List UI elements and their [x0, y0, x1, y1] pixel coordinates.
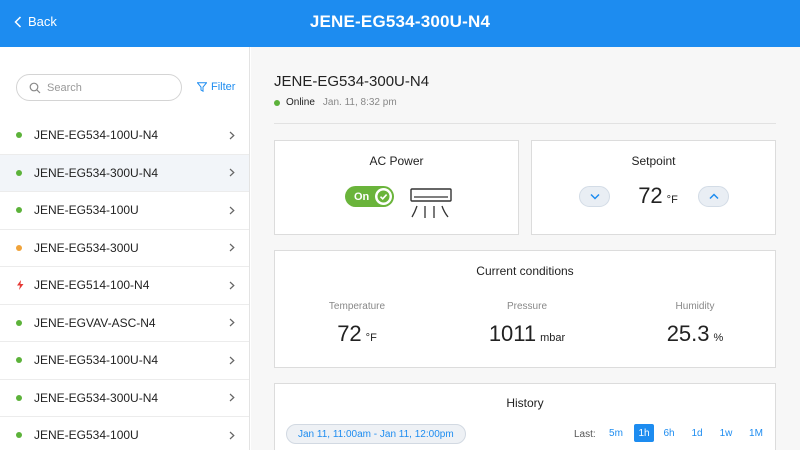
temperature-label: Temperature — [328, 301, 386, 312]
status-timestamp: Jan. 11, 8:32 pm — [322, 97, 397, 108]
conditions-title: Current conditions — [476, 264, 574, 278]
temperature-value: 72 — [337, 321, 362, 346]
device-list-item[interactable]: JENE-EG514-100-N4 — [0, 267, 249, 305]
setpoint-increase-button[interactable] — [698, 186, 729, 207]
device-list-item[interactable]: JENE-EG534-300U-N4 — [0, 154, 249, 192]
online-status-dot — [16, 357, 22, 364]
last-label: Last: — [574, 429, 596, 440]
toggle-label: On — [354, 190, 370, 203]
search-box[interactable] — [16, 74, 182, 101]
filter-label: Filter — [211, 81, 236, 93]
chevron-right-icon — [229, 206, 235, 215]
alarm-bolt-icon — [17, 280, 24, 291]
pressure-label: Pressure — [506, 301, 547, 312]
setpoint-card: Setpoint 72 °F — [531, 140, 776, 235]
pressure-unit: mbar — [540, 332, 566, 344]
humidity-unit: % — [713, 332, 724, 344]
range-button-5m[interactable]: 5m — [607, 424, 625, 442]
device-list-item-name: JENE-EG534-100U-N4 — [34, 128, 159, 143]
device-list-item[interactable]: JENE-EG534-300U — [0, 230, 249, 267]
chevron-right-icon — [229, 131, 235, 140]
humidity-label: Humidity — [675, 301, 715, 312]
device-list-item-name: JENE-EG534-300U — [34, 240, 139, 255]
pressure-reading: Pressure 1011 mbar — [445, 301, 609, 347]
online-status-dot — [16, 169, 22, 176]
history-title: History — [506, 396, 544, 410]
page-title: JENE-EG534-300U-N4 — [309, 12, 491, 31]
chevron-right-icon — [229, 393, 235, 402]
online-status-dot — [16, 432, 22, 439]
device-sidebar: Filter JENE-EG534-100U-N4 JENE-EG534-300U… — [0, 47, 250, 450]
range-button-1d[interactable]: 1d — [688, 424, 706, 442]
chevron-right-icon — [229, 431, 235, 440]
ac-power-card: AC Power On — [274, 140, 519, 235]
setpoint-title: Setpoint — [631, 154, 676, 168]
setpoint-decrease-button[interactable] — [579, 186, 610, 207]
range-button-1w[interactable]: 1w — [717, 424, 735, 442]
device-status: Online Jan. 11, 8:32 pm — [274, 97, 397, 108]
pressure-value: 1011 — [488, 321, 537, 346]
device-list-item-name: JENE-EG534-100U — [34, 428, 139, 443]
chevron-right-icon — [229, 281, 235, 290]
humidity-value: 25.3 — [666, 321, 710, 346]
device-list-item[interactable]: JENE-EG534-300U-N4 — [0, 380, 249, 417]
online-status-dot — [16, 207, 22, 214]
divider — [274, 123, 776, 124]
range-button-1M[interactable]: 1M — [747, 424, 765, 442]
air-conditioner-icon — [410, 188, 452, 218]
device-list-item-name: JENE-EG534-300U-N4 — [34, 390, 159, 405]
history-card: History Jan 11, 11:00am - Jan 11, 12:00p… — [274, 383, 776, 450]
device-detail: JENE-EG534-300U-N4 Online Jan. 11, 8:32 … — [251, 47, 800, 450]
temperature-unit: °F — [365, 332, 377, 344]
search-input[interactable] — [47, 81, 167, 94]
filter-button[interactable]: Filter — [197, 81, 235, 93]
online-status-dot — [274, 99, 280, 106]
ac-power-toggle[interactable]: On — [345, 186, 394, 207]
setpoint-unit: °F — [666, 194, 678, 206]
online-status-dot — [16, 319, 22, 326]
device-list-item[interactable]: JENE-EG534-100U — [0, 417, 249, 450]
check-icon — [375, 188, 392, 205]
device-list-item-name: JENE-EG534-100U-N4 — [34, 353, 159, 368]
device-list-item-name: JENE-EG534-300U-N4 — [34, 165, 159, 180]
online-status-dot — [16, 132, 22, 139]
top-bar: Back JENE-EG534-300U-N4 — [0, 0, 800, 47]
history-range-picker[interactable]: Jan 11, 11:00am - Jan 11, 12:00pm — [286, 424, 466, 444]
chevron-up-icon — [708, 193, 719, 200]
chevron-down-icon — [589, 193, 600, 200]
search-icon — [29, 82, 41, 93]
setpoint-value: 72 — [638, 183, 663, 208]
humidity-reading: Humidity 25.3% — [613, 301, 777, 347]
device-list: JENE-EG534-100U-N4 JENE-EG534-300U-N4 JENE… — [0, 117, 249, 450]
chevron-right-icon — [229, 318, 235, 327]
current-conditions-card: Current conditions Temperature 72 °F Pres… — [274, 250, 776, 368]
range-button-1h[interactable]: 1h — [634, 424, 654, 442]
device-list-item[interactable]: JENE-EG534-100U-N4 — [0, 342, 249, 380]
ac-power-title: AC Power — [369, 154, 424, 168]
device-list-item[interactable]: JENE-EG534-100U-N4 — [0, 117, 249, 155]
online-status-dot — [16, 394, 22, 401]
chevron-right-icon — [229, 168, 235, 177]
chevron-right-icon — [229, 356, 235, 365]
warning-status-dot — [16, 244, 22, 251]
chevron-right-icon — [229, 243, 235, 252]
status-text: Online — [286, 97, 315, 108]
device-list-item-name: JENE-EGVAV-ASC-N4 — [34, 315, 156, 330]
device-list-item-name: JENE-EG534-100U — [34, 203, 139, 218]
device-list-item[interactable]: JENE-EGVAV-ASC-N4 — [0, 305, 249, 342]
setpoint-value-group: 72 °F — [628, 183, 688, 209]
range-button-6h[interactable]: 6h — [660, 424, 678, 442]
device-list-item[interactable]: JENE-EG534-100U — [0, 192, 249, 230]
device-title: JENE-EG534-300U-N4 — [274, 73, 430, 90]
temperature-reading: Temperature 72 °F — [275, 301, 439, 347]
filter-icon — [197, 82, 207, 92]
device-list-item-name: JENE-EG514-100-N4 — [34, 278, 150, 293]
